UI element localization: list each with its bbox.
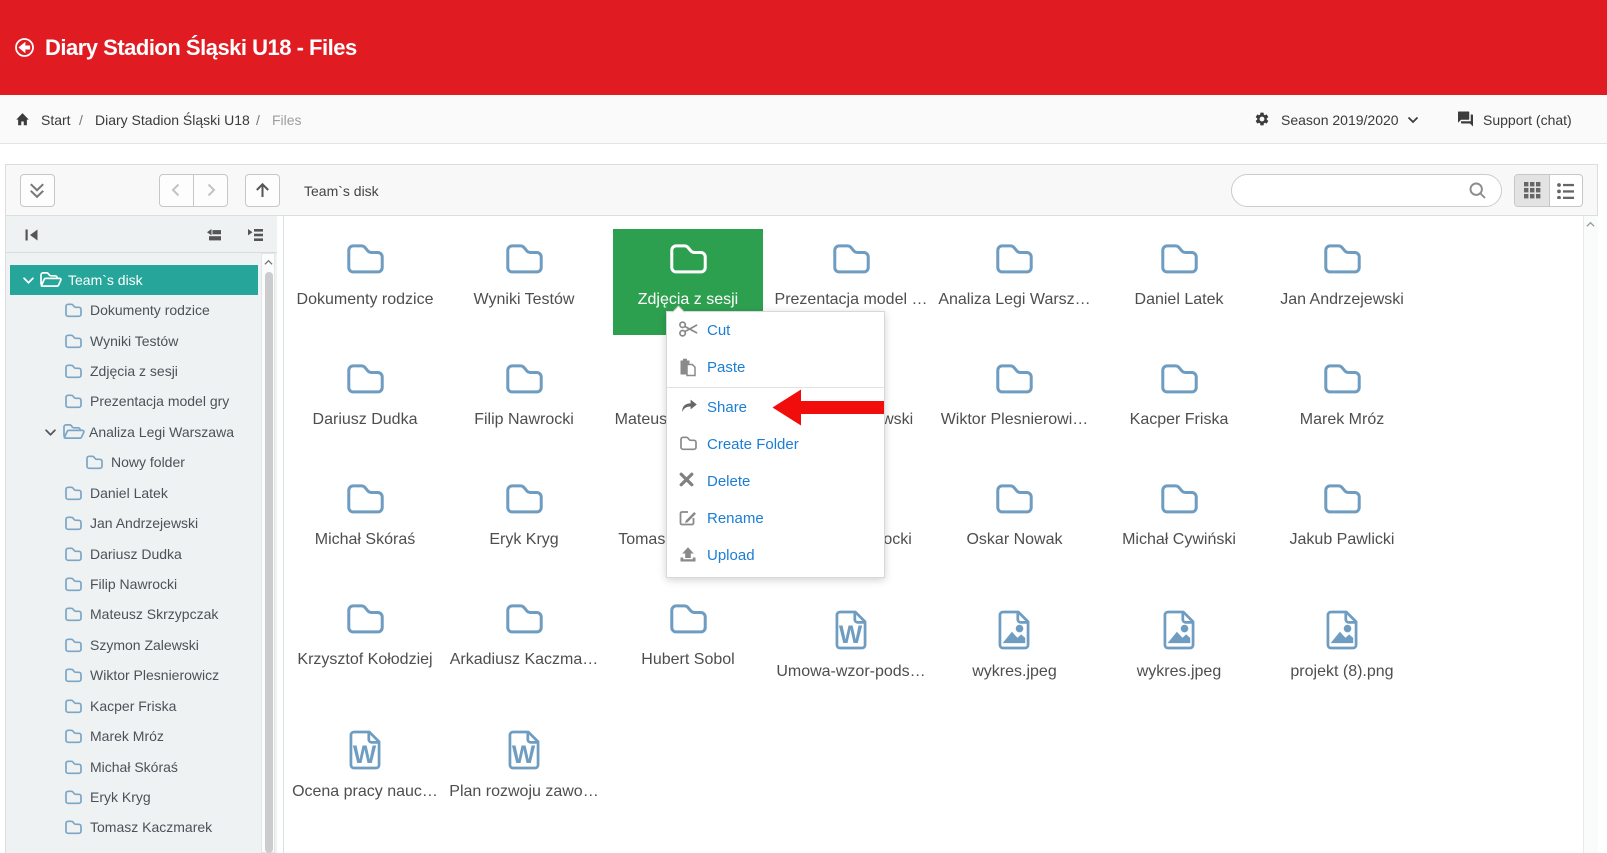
svg-text:W: W: [352, 742, 376, 769]
svg-text:W: W: [511, 742, 535, 769]
svg-text:W: W: [838, 622, 862, 649]
